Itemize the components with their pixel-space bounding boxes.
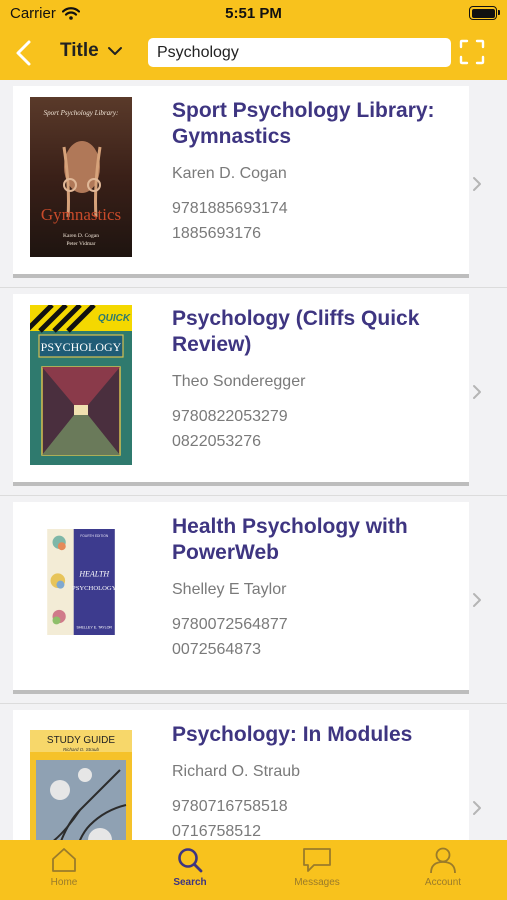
list-item[interactable]: QUICK PSYCHOLOGY Psychology (Cliffs Quic…	[0, 288, 507, 496]
cover-series-text: Sport Psychology Library:	[44, 109, 119, 117]
book-info: Sport Psychology Library: Gymnastics Kar…	[172, 98, 460, 246]
tab-messages[interactable]: Messages	[272, 846, 362, 896]
scan-barcode-icon[interactable]	[459, 39, 485, 65]
book-card[interactable]: QUICK PSYCHOLOGY Psychology (Cliffs Quic…	[13, 294, 469, 486]
tab-messages-label: Messages	[294, 877, 340, 888]
book-isbns: 9780822053279 0822053276	[172, 404, 460, 454]
search-mode-label: Title	[60, 40, 99, 61]
isbn-10: 0822053276	[172, 433, 261, 450]
book-info: Psychology: In Modules Richard O. Straub…	[172, 722, 460, 840]
book-isbns: 9780072564877 0072564873	[172, 612, 460, 662]
tab-home-label: Home	[50, 877, 78, 888]
tab-search[interactable]: Search	[145, 846, 235, 896]
back-chevron-icon[interactable]	[12, 39, 36, 67]
book-info: Psychology (Cliffs Quick Review) Theo So…	[172, 306, 460, 454]
results-list[interactable]: Sport Psychology Library: Gymnastics Kar…	[0, 80, 507, 840]
account-icon	[430, 847, 456, 874]
book-card[interactable]: Sport Psychology Library: Gymnastics Kar…	[13, 86, 469, 278]
tab-search-label: Search	[173, 877, 207, 888]
chevron-right-icon[interactable]	[471, 383, 483, 401]
cover-author-text: Karen D. Cogan	[63, 233, 99, 239]
isbn-10: 0072564873	[172, 641, 261, 658]
chevron-right-icon[interactable]	[471, 591, 483, 609]
book-cover-image: FOURTH EDITION HEALTH PSYCHOLOGY SHELLEY…	[47, 529, 117, 635]
cover-title-text: HEALTH	[78, 570, 110, 579]
tab-bar: Home Search Messages Account	[0, 840, 507, 900]
book-title: Health Psychology with PowerWeb	[172, 515, 408, 564]
book-author: Karen D. Cogan	[172, 165, 287, 182]
isbn-10: 1885693176	[172, 225, 261, 242]
search-input[interactable]	[148, 38, 451, 67]
isbn-13: 9781885693174	[172, 200, 288, 217]
cover-author-text: SHELLEY E. TAYLOR	[76, 625, 112, 629]
tab-account[interactable]: Account	[398, 846, 488, 896]
book-cover-image: STUDY GUIDE Richard O. Straub	[30, 730, 132, 840]
isbn-10: 0716758512	[172, 823, 261, 840]
book-cover-image: QUICK PSYCHOLOGY	[30, 305, 132, 465]
cover-author-text: Richard O. Straub	[63, 747, 100, 752]
cover-title-text: PSYCHOLOGY	[72, 585, 117, 592]
isbn-13: 9780822053279	[172, 408, 288, 425]
book-author: Theo Sonderegger	[172, 373, 306, 390]
book-title: Psychology (Cliffs Quick Review)	[172, 307, 420, 356]
book-card[interactable]: FOURTH EDITION HEALTH PSYCHOLOGY SHELLEY…	[13, 502, 469, 694]
chevron-right-icon[interactable]	[471, 175, 483, 193]
messages-icon	[303, 848, 331, 872]
nav-bar: Title	[0, 28, 507, 80]
list-item[interactable]: STUDY GUIDE Richard O. Straub Psychology…	[0, 704, 507, 840]
cover-author-text: Peter Vidmar	[66, 241, 95, 247]
book-isbns: 9781885693174 1885693176	[172, 196, 460, 246]
status-time: 5:51 PM	[225, 5, 282, 22]
book-isbns: 9780716758518 0716758512	[172, 794, 460, 840]
tab-account-label: Account	[424, 877, 462, 888]
cover-edition-text: FOURTH EDITION	[80, 534, 109, 538]
list-item[interactable]: Sport Psychology Library: Gymnastics Kar…	[0, 80, 507, 288]
isbn-13: 9780716758518	[172, 798, 288, 815]
book-info: Health Psychology with PowerWeb Shelley …	[172, 514, 460, 662]
cover-title-text: PSYCHOLOGY	[41, 340, 122, 354]
cover-title-text: STUDY GUIDE	[47, 735, 115, 746]
list-item[interactable]: FOURTH EDITION HEALTH PSYCHOLOGY SHELLEY…	[0, 496, 507, 704]
cover-title-text: Gymnastics	[41, 205, 121, 224]
book-author: Shelley E Taylor	[172, 581, 287, 598]
chevron-down-icon	[107, 47, 122, 55]
chevron-right-icon[interactable]	[471, 799, 483, 817]
book-author: Richard O. Straub	[172, 763, 301, 780]
book-title: Psychology: In Modules	[172, 723, 413, 746]
search-icon	[178, 848, 203, 873]
cover-badge-text: QUICK	[98, 313, 131, 324]
home-icon	[52, 848, 76, 872]
battery-icon	[469, 6, 500, 20]
book-title: Sport Psychology Library: Gymnastics	[172, 99, 435, 148]
book-card[interactable]: STUDY GUIDE Richard O. Straub Psychology…	[13, 710, 469, 840]
search-mode-selector[interactable]: Title	[60, 40, 123, 62]
status-bar: Carrier 5:51 PM	[0, 0, 507, 28]
isbn-13: 9780072564877	[172, 616, 288, 633]
book-cover-image: Sport Psychology Library: Gymnastics Kar…	[30, 97, 132, 257]
tab-home[interactable]: Home	[19, 846, 109, 896]
